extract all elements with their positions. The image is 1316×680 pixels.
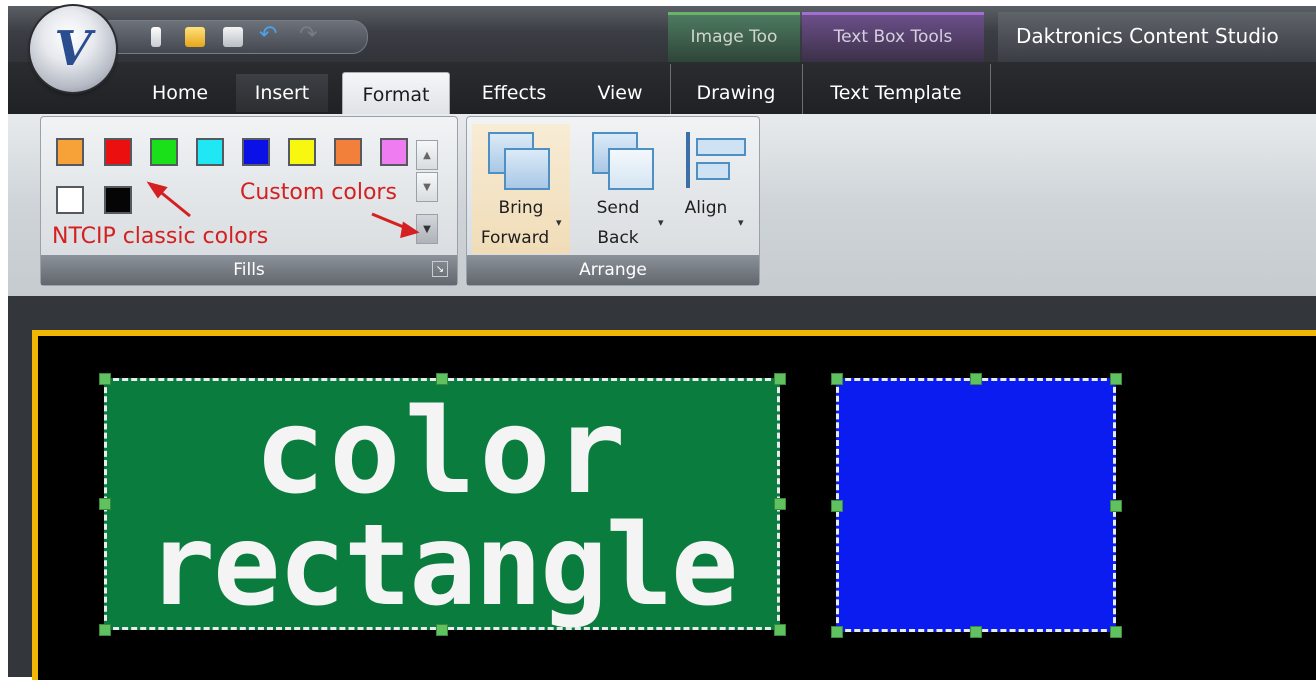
resize-handle[interactable]	[99, 373, 111, 385]
application-menu-button[interactable]: V	[30, 6, 116, 92]
resize-handle[interactable]	[831, 626, 843, 638]
resize-handle[interactable]	[774, 373, 786, 385]
green-selection-border	[104, 378, 780, 630]
blue-selection-border	[836, 378, 1116, 632]
resize-handle[interactable]	[99, 624, 111, 636]
bring-forward-icon-front	[504, 148, 550, 190]
resize-handle[interactable]	[1110, 500, 1122, 512]
send-back-label-1: Send	[596, 198, 640, 218]
resize-handle[interactable]	[99, 498, 111, 510]
resize-handle[interactable]	[1110, 626, 1122, 638]
send-back-dropdown-icon[interactable]: ▾	[658, 216, 664, 229]
arrow-to-classic-colors-icon	[146, 181, 191, 218]
resize-handle[interactable]	[970, 373, 982, 385]
align-dropdown-icon[interactable]: ▾	[738, 216, 744, 229]
align-button[interactable]: Align ▾	[676, 124, 754, 254]
app-logo-icon: V	[54, 21, 92, 77]
resize-handle[interactable]	[1110, 373, 1122, 385]
resize-handle[interactable]	[774, 624, 786, 636]
arrow-to-custom-colors-icon	[371, 212, 420, 239]
send-back-label-2: Back	[597, 228, 639, 248]
bring-forward-dropdown-icon[interactable]: ▾	[556, 216, 562, 229]
align-label: Align	[684, 198, 728, 218]
resize-handle[interactable]	[774, 498, 786, 510]
bring-forward-button[interactable]: Bring Forward ▾	[472, 124, 570, 254]
bring-forward-label-1: Bring	[498, 198, 544, 218]
send-back-button[interactable]: Send Back ▾	[580, 124, 668, 254]
resize-handle[interactable]	[436, 624, 448, 636]
send-back-icon-front	[608, 148, 654, 190]
resize-handle[interactable]	[831, 500, 843, 512]
align-icon	[686, 132, 746, 188]
bring-forward-label-2: Forward	[480, 228, 550, 248]
resize-handle[interactable]	[436, 373, 448, 385]
resize-handle[interactable]	[970, 626, 982, 638]
resize-handle[interactable]	[831, 373, 843, 385]
arrange-group-label: Arrange	[467, 255, 759, 285]
